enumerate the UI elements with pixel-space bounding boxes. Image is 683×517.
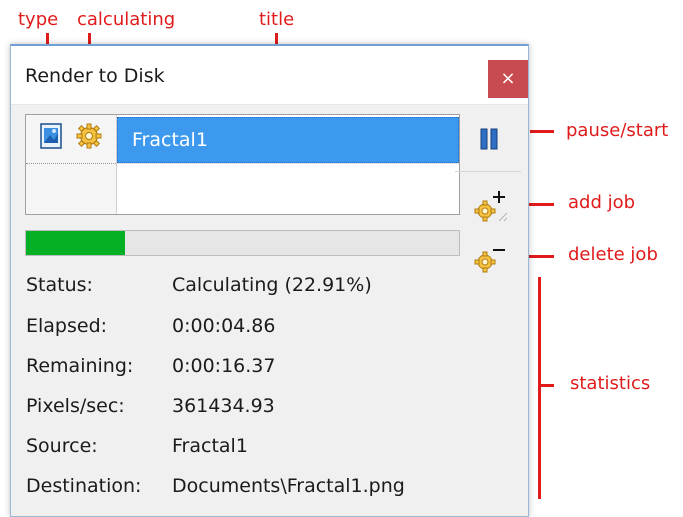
status-value: Calculating (22.91%) xyxy=(172,274,372,296)
row-divider-right xyxy=(117,163,459,164)
annotation-line-pause xyxy=(530,130,554,133)
pixels-per-sec-label: Pixels/sec: xyxy=(26,395,125,417)
annotation-add-job: add job xyxy=(568,192,636,213)
window-title: Render to Disk xyxy=(25,65,165,87)
pixels-per-sec-value: 361434.93 xyxy=(172,395,275,417)
status-label: Status: xyxy=(26,274,93,296)
job-icon-column xyxy=(26,115,117,214)
annotation-statistics: statistics xyxy=(570,373,651,394)
annotation-title: title xyxy=(259,9,295,30)
pause-start-button[interactable] xyxy=(477,126,501,152)
annotation-calculating: calculating xyxy=(77,9,176,30)
gear-plus-icon xyxy=(474,191,508,222)
row-divider xyxy=(26,163,116,164)
pause-icon xyxy=(480,128,498,150)
job-row-selected[interactable]: Fractal1 xyxy=(117,117,459,163)
gear-minus-icon xyxy=(474,249,505,273)
title-bar: Render to Disk × xyxy=(11,46,528,105)
annotation-type: type xyxy=(18,9,59,30)
close-button[interactable]: × xyxy=(488,60,528,98)
close-icon: × xyxy=(500,68,516,89)
gear-icon xyxy=(76,123,102,153)
elapsed-label: Elapsed: xyxy=(26,315,108,337)
progress-bar xyxy=(25,230,460,256)
elapsed-value: 0:00:04.86 xyxy=(172,315,276,337)
render-to-disk-dialog: Render to Disk × Fractal1 Status: Calcul… xyxy=(10,44,529,517)
add-job-button[interactable] xyxy=(473,189,509,225)
image-file-icon xyxy=(40,123,62,149)
progress-fill xyxy=(26,231,126,255)
remaining-label: Remaining: xyxy=(26,355,134,377)
source-value: Fractal1 xyxy=(172,435,248,457)
annotation-delete-job: delete job xyxy=(568,244,658,265)
annotation-bracket-statistics xyxy=(538,277,541,499)
destination-label: Destination: xyxy=(26,475,142,497)
annotation-pause-start: pause/start xyxy=(566,120,669,141)
remaining-value: 0:00:16.37 xyxy=(172,355,276,377)
annotation-tick-statistics xyxy=(538,384,554,387)
button-separator xyxy=(455,171,521,172)
delete-job-button[interactable] xyxy=(473,242,509,274)
source-label: Source: xyxy=(26,435,98,457)
job-list[interactable]: Fractal1 xyxy=(25,114,460,215)
job-title: Fractal1 xyxy=(132,129,208,151)
destination-value: Documents\Fractal1.png xyxy=(172,475,405,497)
